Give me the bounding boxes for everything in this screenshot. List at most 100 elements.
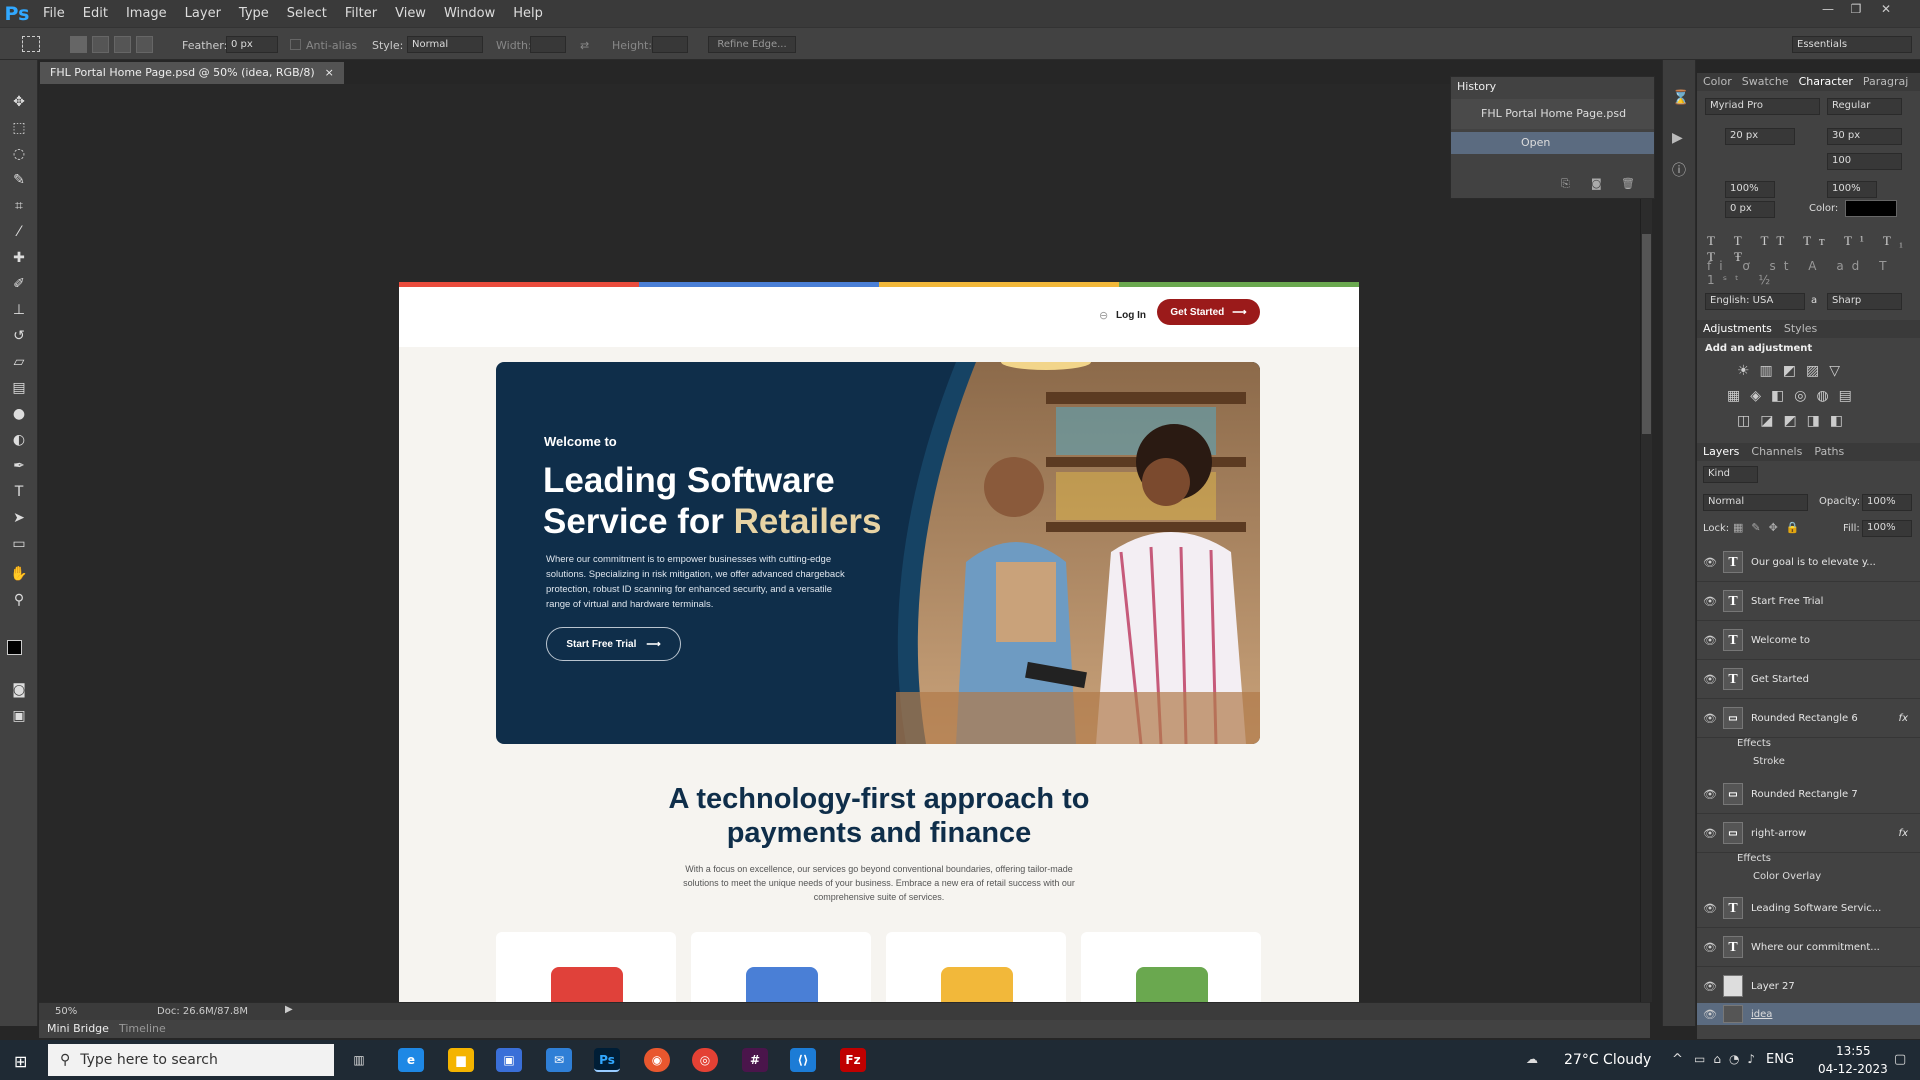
horizontal-scale-input[interactable]: 100% xyxy=(1827,181,1877,198)
zoom-tool-icon[interactable]: ⚲ xyxy=(8,590,30,610)
layer-row[interactable]: 👁 T Where our commitment... xyxy=(1697,928,1920,967)
leading-input[interactable]: 30 px xyxy=(1827,128,1902,145)
menu-window[interactable]: Window xyxy=(435,0,504,27)
hand-tool-icon[interactable]: ✋ xyxy=(8,564,30,584)
restore-button[interactable]: ❐ xyxy=(1844,0,1868,18)
slack-icon[interactable]: # xyxy=(742,1048,768,1072)
actions-panel-icon[interactable]: ▶ xyxy=(1672,130,1683,146)
get-started-button[interactable]: Get Started ⟶ xyxy=(1157,299,1260,325)
weather-text[interactable]: 27°C Cloudy xyxy=(1564,1052,1651,1068)
tray-icons[interactable]: ▭⌂◔♪ xyxy=(1694,1052,1763,1066)
tab-history[interactable]: History xyxy=(1457,80,1496,93)
menu-view[interactable]: View xyxy=(386,0,435,27)
file-explorer-icon[interactable]: ▆ xyxy=(448,1048,474,1072)
pen-tool-icon[interactable]: ✒ xyxy=(8,456,30,476)
lock-icons[interactable]: ▦✎✥🔒 xyxy=(1733,521,1808,534)
mail-icon[interactable]: ✉ xyxy=(546,1048,572,1072)
adjustment-icons-row2[interactable]: ▦◈◧◎◍▤ xyxy=(1727,388,1862,404)
visibility-eye-icon[interactable]: 👁 xyxy=(1697,902,1723,915)
height-input[interactable] xyxy=(652,36,688,53)
close-window-button[interactable]: ✕ xyxy=(1874,0,1898,18)
weather-icon[interactable]: ☁ xyxy=(1526,1052,1538,1066)
visibility-eye-icon[interactable]: 👁 xyxy=(1697,673,1723,686)
visibility-eye-icon[interactable]: 👁 xyxy=(1697,1008,1723,1021)
layer-row[interactable]: 👁 ▭ right-arrow fx xyxy=(1697,814,1920,853)
menu-file[interactable]: File xyxy=(34,0,74,27)
vscode-icon[interactable]: ⟨⟩ xyxy=(790,1048,816,1072)
camera-icon[interactable]: ◙ xyxy=(1591,177,1602,190)
font-size-input[interactable]: 20 px xyxy=(1725,128,1795,145)
menu-image[interactable]: Image xyxy=(117,0,176,27)
marquee-tool-preset-icon[interactable] xyxy=(22,36,40,52)
vertical-scrollbar[interactable] xyxy=(1640,84,1652,1002)
menu-edit[interactable]: Edit xyxy=(74,0,117,27)
layer-row[interactable]: 👁 T Start Free Trial xyxy=(1697,582,1920,621)
layer-row[interactable]: 👁 ▭ Rounded Rectangle 6 fx xyxy=(1697,699,1920,738)
history-snapshot[interactable]: FHL Portal Home Page.psd xyxy=(1451,99,1654,129)
taskbar-search[interactable]: ⚲ Type here to search xyxy=(48,1044,334,1076)
refine-edge-button[interactable]: Refine Edge... xyxy=(708,36,796,53)
layer-row[interactable]: 👁 T Welcome to xyxy=(1697,621,1920,660)
fx-icon[interactable]: fx xyxy=(1899,713,1908,724)
new-selection-icon[interactable] xyxy=(70,36,87,53)
fx-icon[interactable]: fx xyxy=(1899,828,1908,839)
edge-browser-icon[interactable]: e xyxy=(398,1048,424,1072)
menu-layer[interactable]: Layer xyxy=(176,0,230,27)
tab-color[interactable]: Color xyxy=(1703,75,1732,89)
visibility-eye-icon[interactable]: 👁 xyxy=(1697,980,1723,993)
workspace-select[interactable]: Essentials xyxy=(1792,36,1912,53)
windows-start-icon[interactable]: ⊞ xyxy=(14,1052,27,1071)
photoshop-taskbar-icon[interactable]: Ps xyxy=(594,1048,620,1072)
screen-mode-icon[interactable]: ▣ xyxy=(8,706,30,726)
clone-stamp-icon[interactable]: ⊥ xyxy=(8,300,30,320)
trash-icon[interactable]: 🗑 xyxy=(1621,177,1635,190)
tab-channels[interactable]: Channels xyxy=(1751,445,1802,459)
filezilla-icon[interactable]: Fz xyxy=(840,1048,866,1072)
rectangle-tool-icon[interactable]: ▭ xyxy=(8,534,30,554)
tab-swatches[interactable]: Swatche xyxy=(1742,75,1789,89)
history-brush-icon[interactable]: ↺ xyxy=(8,326,30,346)
layer-row[interactable]: 👁 Layer 27 xyxy=(1697,967,1920,1003)
tab-character[interactable]: Character xyxy=(1799,75,1853,89)
notifications-icon[interactable]: ▢ xyxy=(1894,1052,1906,1067)
vertical-scroll-thumb[interactable] xyxy=(1642,234,1651,434)
font-family-select[interactable]: Myriad Pro xyxy=(1705,98,1820,115)
crop-tool-icon[interactable]: ⌗ xyxy=(8,196,30,216)
clock-date[interactable]: 04-12-2023 xyxy=(1818,1062,1888,1076)
document-tab[interactable]: FHL Portal Home Page.psd @ 50% (idea, RG… xyxy=(40,62,344,84)
healing-brush-icon[interactable]: ✚ xyxy=(8,248,30,268)
menu-select[interactable]: Select xyxy=(278,0,336,27)
chrome-icon[interactable]: ◎ xyxy=(692,1048,718,1072)
feather-input[interactable]: 0 px xyxy=(226,36,278,53)
visibility-eye-icon[interactable]: 👁 xyxy=(1697,556,1723,569)
adjustment-icons-row3[interactable]: ◫◪◩◨◧ xyxy=(1737,413,1853,429)
menu-filter[interactable]: Filter xyxy=(336,0,386,27)
login-link[interactable]: Log In xyxy=(1116,310,1146,321)
history-item-open[interactable]: Open xyxy=(1451,132,1654,154)
color-overlay-effect[interactable]: Color Overlay xyxy=(1753,871,1821,882)
canvas-area[interactable]: ⊖ Log In Get Started ⟶ Welcome to Leadin… xyxy=(39,84,1650,1002)
adjustment-icons-row1[interactable]: ☀▥◩▨▽ xyxy=(1737,363,1850,379)
intersect-selection-icon[interactable] xyxy=(136,36,153,53)
layer-filter-kind[interactable]: Kind xyxy=(1703,466,1758,483)
antialias-checkbox[interactable] xyxy=(290,39,301,50)
blur-tool-icon[interactable]: ● xyxy=(8,404,30,424)
opentype-buttons[interactable]: fi ơ st A ad T 1ˢᵗ ½ xyxy=(1707,259,1920,287)
visibility-eye-icon[interactable]: 👁 xyxy=(1697,827,1723,840)
visibility-eye-icon[interactable]: 👁 xyxy=(1697,634,1723,647)
eraser-icon[interactable]: ▱ xyxy=(8,352,30,372)
tray-chevron-icon[interactable]: ^ xyxy=(1672,1052,1683,1067)
marquee-tool-icon[interactable]: ⬚ xyxy=(8,118,30,138)
type-tool-icon[interactable]: T xyxy=(8,482,30,502)
firefox-icon[interactable]: ◉ xyxy=(644,1048,670,1072)
brush-tool-icon[interactable]: ✐ xyxy=(8,274,30,294)
tab-layers[interactable]: Layers xyxy=(1703,445,1739,459)
visibility-eye-icon[interactable]: 👁 xyxy=(1697,788,1723,801)
start-trial-button[interactable]: Start Free Trial ⟶ xyxy=(546,627,681,661)
layer-row-selected[interactable]: 👁 idea xyxy=(1697,1003,1920,1025)
text-color-swatch[interactable] xyxy=(1845,200,1897,217)
layer-row[interactable]: 👁 T Get Started xyxy=(1697,660,1920,699)
swap-icon[interactable]: ⇄ xyxy=(580,39,589,52)
tab-paths[interactable]: Paths xyxy=(1814,445,1844,459)
history-panel-icon[interactable]: ⌛ xyxy=(1672,90,1689,106)
